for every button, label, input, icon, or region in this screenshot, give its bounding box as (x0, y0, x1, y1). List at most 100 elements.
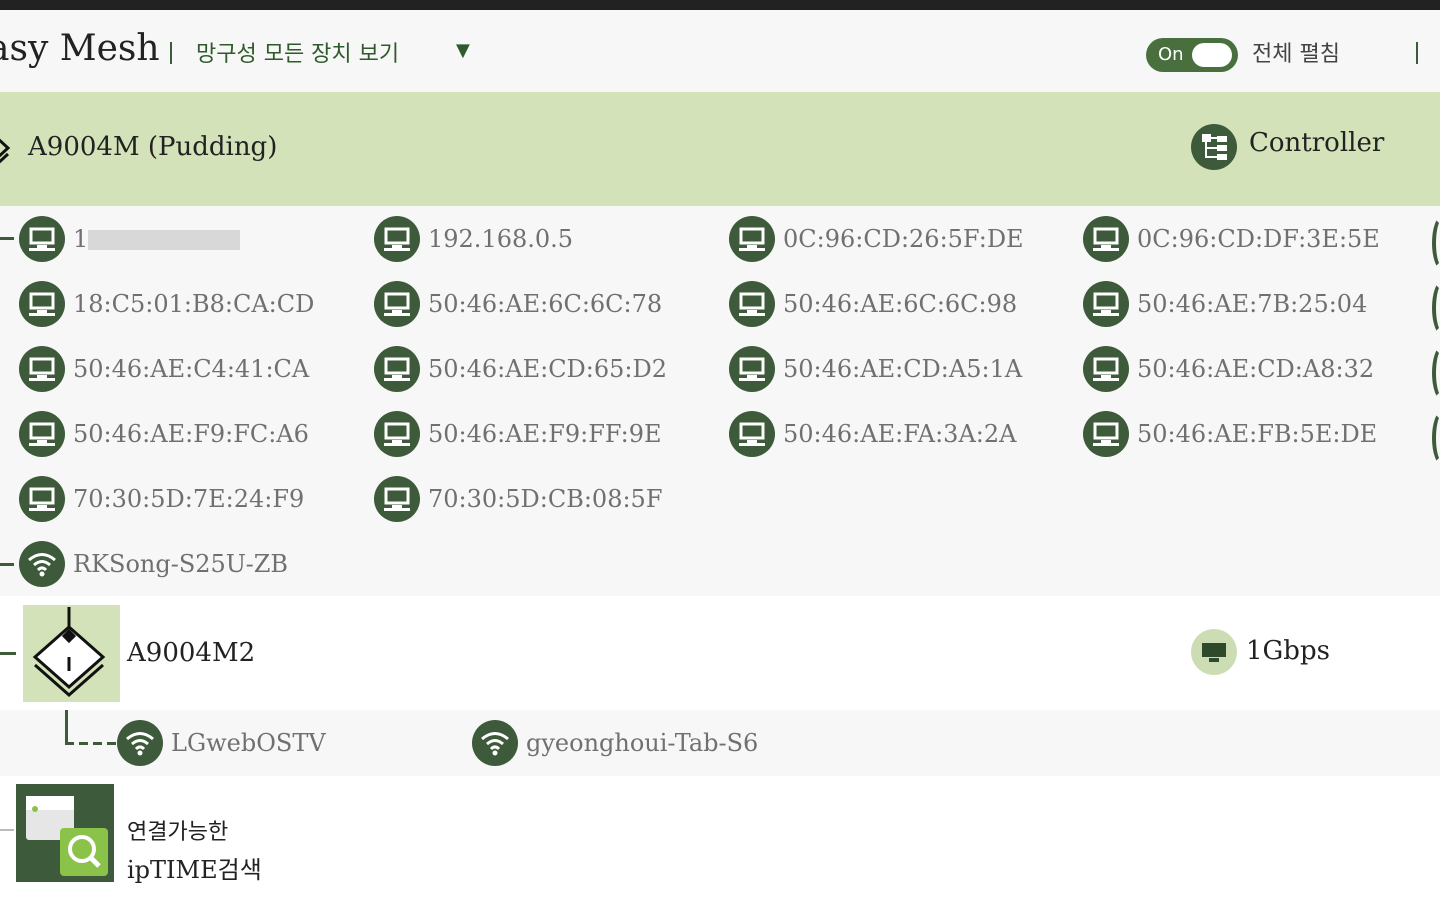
client-label: 50:46:AE:FB:5E:DE (1137, 420, 1378, 448)
client-item[interactable]: 50:46:AE:F9:FF:9E (374, 410, 662, 458)
wifi-icon (472, 720, 518, 766)
client-item[interactable]: 50:46:AE:CD:65:D2 (374, 345, 667, 393)
mesh-node-icon-box (23, 605, 120, 702)
client-label: 50:46:AE:F9:FC:A6 (73, 420, 309, 448)
ethernet-link-icon (1191, 629, 1237, 675)
client-item[interactable]: 192.168.0.5 (374, 215, 573, 263)
wired-pc-icon (19, 281, 65, 327)
client-item[interactable]: 50:46:AE:6C:6C:78 (374, 280, 662, 328)
search-label-line2: ipTIME검색 (127, 856, 262, 884)
wired-pc-icon (374, 216, 420, 262)
client-item[interactable]: 50:46:AE:7B:25:04 (1083, 280, 1367, 328)
mesh-node-row[interactable]: A9004M2 1Gbps (0, 596, 1440, 710)
window-top-bar (0, 0, 1440, 10)
client-label: RKSong-S25U-ZB (73, 550, 289, 578)
expand-all-toggle[interactable]: On (1146, 38, 1238, 72)
header-bar: asy Mesh 망구성 모든 장치 보기 ▼ On 전체 펼침 (0, 10, 1440, 92)
wifi-icon (19, 541, 65, 587)
wired-pc-icon (374, 411, 420, 457)
client-label: 50:46:AE:FA:3A:2A (783, 420, 1017, 448)
client-item[interactable]: gyeonghoui-Tab-S6 (472, 719, 758, 767)
view-filter-dropdown[interactable]: 망구성 모든 장치 보기 (196, 36, 399, 68)
toggle-state-label: On (1158, 44, 1184, 65)
wired-pc-icon (374, 346, 420, 392)
client-item[interactable]: LGwebOSTV (117, 719, 326, 767)
redacted-ip-block (88, 230, 240, 250)
wired-pc-icon (1083, 411, 1129, 457)
overflow-client-edge (1432, 281, 1440, 335)
router-icon (0, 138, 11, 164)
wired-pc-icon (19, 411, 65, 457)
client-item[interactable]: 50:46:AE:CD:A5:1A (729, 345, 1022, 393)
search-iptime-row[interactable]: 연결가능한 ipTIME검색 (0, 776, 1440, 922)
search-device-icon (26, 796, 108, 876)
wired-pc-icon (729, 281, 775, 327)
wired-pc-icon (729, 216, 775, 262)
client-item[interactable]: 0C:96:CD:26:5F:DE (729, 215, 1024, 263)
client-item[interactable]: 70:30:5D:CB:08:5F (374, 475, 662, 523)
wired-pc-icon (729, 346, 775, 392)
search-label-line1: 연결가능한 (127, 820, 229, 845)
client-item[interactable]: 1 (19, 215, 88, 263)
client-label: 50:46:AE:6C:6C:98 (783, 290, 1018, 318)
client-item[interactable]: RKSong-S25U-ZB (19, 540, 288, 588)
header-divider-right (1416, 42, 1418, 64)
tree-connector (0, 237, 14, 240)
client-label: LGwebOSTV (171, 729, 326, 757)
expand-all-label: 전체 펼침 (1252, 42, 1340, 67)
overflow-client-edge (1432, 411, 1440, 465)
wired-pc-icon (1083, 281, 1129, 327)
client-label: 50:46:AE:7B:25:04 (1137, 290, 1368, 318)
mesh-node-name: A9004M2 (127, 638, 256, 668)
tree-connector-dashed (65, 742, 117, 745)
tree-connector (65, 710, 68, 744)
client-label: 70:30:5D:CB:08:5F (428, 485, 663, 513)
overflow-client-edge (1432, 216, 1440, 270)
client-item[interactable]: 50:46:AE:6C:6C:98 (729, 280, 1017, 328)
client-label: 50:46:AE:CD:65:D2 (428, 355, 668, 383)
overflow-client-edge (1432, 346, 1440, 400)
client-label: 50:46:AE:CD:A5:1A (783, 355, 1023, 383)
client-item[interactable]: 50:46:AE:FB:5E:DE (1083, 410, 1377, 458)
controller-clients-panel: 1 192.168.0.5 0C:96:CD:26:5F:DE 0C:96:CD… (0, 206, 1440, 596)
client-item[interactable]: 50:46:AE:FA:3A:2A (729, 410, 1016, 458)
tree-connector (0, 563, 14, 566)
router-icon (32, 607, 106, 698)
client-label: 192.168.0.5 (428, 225, 574, 253)
controller-tree-icon (1191, 124, 1237, 170)
wired-pc-icon (1083, 216, 1129, 262)
app-title: asy Mesh (0, 28, 160, 69)
client-label: 50:46:AE:C4:41:CA (73, 355, 310, 383)
link-speed-label: 1Gbps (1246, 636, 1330, 666)
client-label: 50:46:AE:6C:6C:78 (428, 290, 663, 318)
search-device-button[interactable] (16, 784, 114, 882)
client-item[interactable]: 18:C5:01:B8:CA:CD (19, 280, 314, 328)
client-item[interactable]: 50:46:AE:C4:41:CA (19, 345, 309, 393)
client-label: 0C:96:CD:DF:3E:5E (1137, 225, 1380, 253)
client-label: 1 (73, 225, 89, 253)
client-label: 70:30:5D:7E:24:F9 (73, 485, 305, 513)
wired-pc-icon (1083, 346, 1129, 392)
toggle-knob (1192, 43, 1232, 67)
wired-pc-icon (374, 476, 420, 522)
wired-pc-icon (19, 476, 65, 522)
client-item[interactable]: 70:30:5D:7E:24:F9 (19, 475, 304, 523)
wifi-icon (117, 720, 163, 766)
client-item[interactable]: 0C:96:CD:DF:3E:5E (1083, 215, 1380, 263)
client-label: 50:46:AE:CD:A8:32 (1137, 355, 1375, 383)
controller-node-row[interactable]: A9004M (Pudding) Controller (0, 92, 1440, 206)
wired-pc-icon (374, 281, 420, 327)
wired-pc-icon (19, 346, 65, 392)
wired-pc-icon (19, 216, 65, 262)
tree-connector (0, 829, 14, 831)
client-label: 50:46:AE:F9:FF:9E (428, 420, 662, 448)
client-label: gyeonghoui-Tab-S6 (526, 729, 759, 757)
client-label: 0C:96:CD:26:5F:DE (783, 225, 1024, 253)
client-item[interactable]: 50:46:AE:F9:FC:A6 (19, 410, 309, 458)
mesh-node-clients-panel: LGwebOSTV gyeonghoui-Tab-S6 (0, 710, 1440, 776)
chevron-down-icon[interactable]: ▼ (456, 40, 470, 61)
header-divider (170, 42, 172, 64)
tree-connector (0, 652, 16, 655)
client-label: 18:C5:01:B8:CA:CD (73, 290, 315, 318)
client-item[interactable]: 50:46:AE:CD:A8:32 (1083, 345, 1374, 393)
